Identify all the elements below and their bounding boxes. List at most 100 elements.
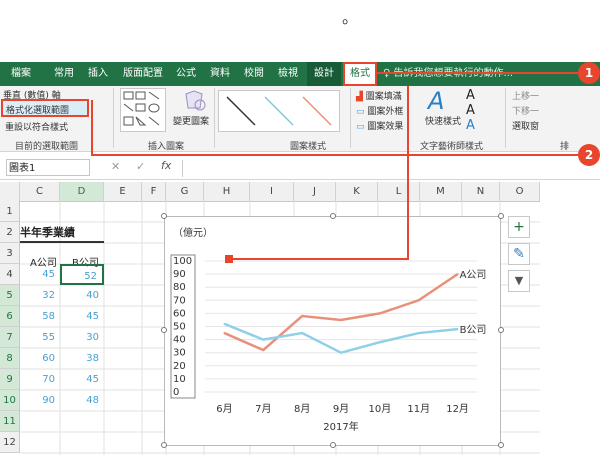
formula-input[interactable] — [182, 160, 593, 177]
group-current-selection: 目前的選取範圍 — [15, 142, 79, 152]
row-header[interactable]: 7 — [0, 327, 20, 348]
resize-handle[interactable] — [330, 213, 336, 219]
column-header-g[interactable]: G — [166, 182, 204, 201]
name-box[interactable]: 圖表1 — [6, 159, 90, 176]
shape-styles-gallery[interactable] — [218, 90, 340, 132]
chart-filter-icon[interactable]: ▼ — [508, 270, 530, 292]
column-header-i[interactable]: I — [250, 182, 294, 201]
data-point — [456, 273, 459, 276]
wordart-icon[interactable]: A — [428, 87, 444, 115]
column-header-f[interactable]: F — [142, 182, 166, 201]
shape-fill-button[interactable]: ▟ 圖案填滿 — [356, 89, 402, 102]
change-shape-label[interactable]: 變更圖案 — [173, 114, 209, 127]
y-tick-label: 80 — [173, 282, 186, 293]
tab-page-layout[interactable]: 版面配置 — [118, 62, 168, 86]
function-icon[interactable]: fx — [161, 159, 171, 172]
callout-badge-2: 2 — [578, 144, 600, 166]
x-axis-label: 2017年 — [323, 420, 358, 433]
column-header-l[interactable]: L — [378, 182, 420, 201]
row-header[interactable]: 9 — [0, 369, 20, 390]
tab-review[interactable]: 校閱 — [240, 62, 268, 86]
a-value-cell[interactable]: 32 — [20, 285, 60, 306]
send-backward-button[interactable]: 下移一 — [512, 104, 539, 117]
column-header-h[interactable]: H — [204, 182, 250, 201]
reset-style-button[interactable]: 重設以符合樣式 — [5, 120, 68, 133]
b-value-cell[interactable]: 38 — [60, 348, 104, 369]
column-header-c[interactable]: C — [20, 182, 60, 201]
shape-fill-label: 圖案填滿 — [365, 92, 402, 102]
resize-handle[interactable] — [161, 327, 167, 333]
chart-styles-brush-icon[interactable]: ✎ — [508, 243, 530, 265]
change-shape-icon[interactable] — [180, 90, 208, 112]
b-value-cell[interactable]: 45 — [60, 369, 104, 390]
cancel-icon[interactable]: ✕ — [111, 160, 120, 173]
text-effects-icon[interactable]: A — [466, 118, 475, 133]
row-header[interactable]: 2 — [0, 222, 20, 243]
divider — [505, 88, 506, 148]
row-header[interactable]: 1 — [0, 201, 20, 222]
tell-me-search[interactable]: ♀ 告訴我您想要執行的動作... — [383, 62, 513, 86]
sheet-title-cell[interactable]: 半年季業績 — [20, 222, 104, 243]
a-value-cell[interactable]: 45 — [20, 264, 60, 285]
column-header-k[interactable]: K — [336, 182, 378, 201]
resize-handle[interactable] — [498, 327, 504, 333]
column-header-j[interactable]: J — [294, 182, 336, 201]
tab-design[interactable]: 設計 — [307, 62, 341, 86]
selection-pane-button[interactable]: 選取窗 — [512, 119, 539, 132]
format-selection-button[interactable]: 格式化選取範圍 — [1, 99, 89, 117]
top-mark: 。 — [342, 8, 359, 27]
column-header-o[interactable]: O — [500, 182, 540, 201]
b-value-cell[interactable]: 30 — [60, 327, 104, 348]
resize-handle[interactable] — [330, 442, 336, 448]
a-value-cell[interactable]: 60 — [20, 348, 60, 369]
y-tick-label: 20 — [173, 361, 186, 372]
enter-icon[interactable]: ✓ — [136, 160, 145, 173]
resize-handle[interactable] — [498, 442, 504, 448]
tab-formulas[interactable]: 公式 — [172, 62, 200, 86]
a-value-cell[interactable]: 55 — [20, 327, 60, 348]
x-tick-label: 12月 — [446, 403, 469, 415]
tab-insert[interactable]: 插入 — [84, 62, 112, 86]
divider — [214, 88, 215, 148]
tab-view[interactable]: 檢視 — [274, 62, 302, 86]
a-value-cell[interactable]: 90 — [20, 390, 60, 411]
row-header[interactable]: 8 — [0, 348, 20, 369]
b-value-cell[interactable]: 48 — [60, 390, 104, 411]
x-tick-label: 11月 — [407, 403, 430, 415]
tab-data[interactable]: 資料 — [206, 62, 234, 86]
text-fill-icon[interactable]: A — [466, 88, 475, 103]
resize-handle[interactable] — [161, 213, 167, 219]
data-point — [223, 332, 226, 335]
y-tick-label: 40 — [173, 335, 186, 346]
resize-handle[interactable] — [161, 442, 167, 448]
column-header-d[interactable]: D — [60, 182, 104, 201]
text-outline-icon[interactable]: A — [466, 103, 475, 118]
row-header[interactable]: 11 — [0, 411, 20, 432]
column-header-m[interactable]: M — [420, 182, 462, 201]
row-header[interactable]: 3 — [0, 243, 20, 264]
row-header[interactable]: 5 — [0, 285, 20, 306]
a-value-cell[interactable]: 70 — [20, 369, 60, 390]
a-value-cell[interactable]: 58 — [20, 306, 60, 327]
quick-styles-label[interactable]: 快速樣式 — [425, 114, 461, 127]
b-value-cell-active[interactable]: 52 — [60, 264, 104, 285]
row-header[interactable]: 6 — [0, 306, 20, 327]
bring-forward-button[interactable]: 上移一 — [512, 89, 539, 102]
tab-file[interactable]: 檔案 — [6, 62, 36, 86]
b-value-cell[interactable]: 45 — [60, 306, 104, 327]
tab-format[interactable]: 格式 — [343, 62, 377, 86]
shape-outline-button[interactable]: ▭ 圖案外框 — [356, 104, 403, 117]
chart-elements-plus-icon[interactable]: + — [508, 216, 530, 238]
shapes-gallery[interactable] — [120, 88, 166, 132]
shape-effects-button[interactable]: ▭ 圖案效果 — [356, 119, 403, 132]
row-header[interactable]: 12 — [0, 432, 20, 453]
line-chart[interactable]: 100 90 80 70 60 50 40 30 20 10 0 （億元） 6月 7月 8月 9月 10月 11月… — [164, 216, 501, 446]
tab-home[interactable]: 常用 — [50, 62, 78, 86]
resize-handle[interactable] — [498, 213, 504, 219]
column-header-n[interactable]: N — [462, 182, 500, 201]
row-header[interactable]: 10 — [0, 390, 20, 411]
b-value-cell[interactable]: 40 — [60, 285, 104, 306]
row-header[interactable]: 4 — [0, 264, 20, 285]
select-all-corner[interactable] — [0, 182, 20, 201]
column-header-e[interactable]: E — [104, 182, 142, 201]
